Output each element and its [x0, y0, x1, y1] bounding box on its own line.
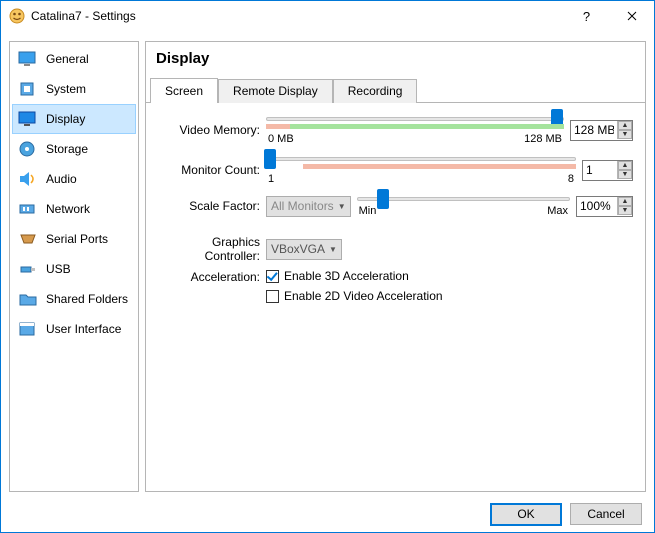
scale-factor-slider[interactable]: Min Max [357, 195, 570, 217]
app-icon [9, 8, 25, 24]
scale-factor-min-label: Min [359, 205, 377, 217]
enable-3d-checkbox[interactable] [266, 270, 279, 283]
sidebar-item-label: User Interface [46, 322, 121, 336]
sidebar-item-shared-folders[interactable]: Shared Folders [12, 284, 136, 314]
sidebar-item-label: Display [46, 112, 85, 126]
enable-3d-label[interactable]: Enable 3D Acceleration [284, 269, 409, 283]
settings-window: Catalina7 - Settings ? General System Di… [0, 0, 655, 533]
disk-icon [18, 140, 38, 158]
graphics-controller-value: VBoxVGA [271, 242, 325, 256]
display-icon [18, 110, 38, 128]
sidebar-item-label: Serial Ports [46, 232, 108, 246]
sidebar-item-label: Audio [46, 172, 77, 186]
chevron-down-icon: ▼ [338, 202, 346, 211]
video-memory-min-label: 0 MB [268, 133, 294, 145]
cancel-button[interactable]: Cancel [570, 503, 642, 525]
graphics-controller-label: Graphics Controller: [156, 235, 266, 263]
spinner-up[interactable]: ▲ [618, 161, 632, 170]
sidebar-item-label: Shared Folders [46, 292, 128, 306]
sidebar-item-label: Storage [46, 142, 88, 156]
monitor-count-slider[interactable]: 1 8 [266, 155, 576, 185]
monitor-count-max-label: 8 [568, 173, 574, 185]
scale-factor-input[interactable] [577, 198, 617, 214]
sidebar-item-general[interactable]: General [12, 44, 136, 74]
spinner-up[interactable]: ▲ [618, 121, 632, 130]
window-title: Catalina7 - Settings [31, 9, 136, 23]
monitor-count-input[interactable] [583, 162, 617, 178]
spinner-up[interactable]: ▲ [618, 197, 632, 206]
ok-button[interactable]: OK [490, 503, 562, 526]
monitor-icon [18, 50, 38, 68]
sidebar: General System Display Storage Audio Net… [9, 41, 139, 492]
scale-factor-spinner[interactable]: ▲▼ [576, 196, 633, 217]
enable-2d-checkbox[interactable] [266, 290, 279, 303]
tab-content-screen: Video Memory: 0 MB [146, 103, 645, 323]
help-button[interactable]: ? [564, 1, 609, 31]
video-memory-input[interactable] [571, 122, 617, 138]
sidebar-item-serial-ports[interactable]: Serial Ports [12, 224, 136, 254]
spinner-down[interactable]: ▼ [618, 170, 632, 179]
sidebar-item-label: System [46, 82, 86, 96]
tab-screen[interactable]: Screen [150, 78, 218, 103]
video-memory-max-label: 128 MB [524, 133, 562, 145]
spinner-down[interactable]: ▼ [618, 206, 632, 215]
chip-icon [18, 80, 38, 98]
monitor-count-min-label: 1 [268, 173, 274, 185]
tab-remote-display[interactable]: Remote Display [218, 79, 333, 103]
dialog-footer: OK Cancel [1, 496, 654, 532]
scale-factor-monitor-value: All Monitors [271, 199, 334, 213]
sidebar-item-audio[interactable]: Audio [12, 164, 136, 194]
titlebar: Catalina7 - Settings ? [1, 1, 654, 31]
sidebar-item-network[interactable]: Network [12, 194, 136, 224]
usb-icon [18, 260, 38, 278]
network-icon [18, 200, 38, 218]
sidebar-item-user-interface[interactable]: User Interface [12, 314, 136, 344]
sidebar-item-display[interactable]: Display [12, 104, 136, 134]
tabs: Screen Remote Display Recording [146, 77, 645, 103]
speaker-icon [18, 170, 38, 188]
folder-icon [18, 290, 38, 308]
scale-factor-monitor-select[interactable]: All Monitors ▼ [266, 196, 351, 217]
scale-factor-label: Scale Factor: [156, 199, 266, 213]
chevron-down-icon: ▼ [329, 245, 337, 254]
page-title: Display [146, 42, 645, 77]
video-memory-slider[interactable]: 0 MB 128 MB [266, 115, 564, 145]
sidebar-item-label: Network [46, 202, 90, 216]
spinner-down[interactable]: ▼ [618, 130, 632, 139]
enable-2d-label[interactable]: Enable 2D Video Acceleration [284, 289, 443, 303]
sidebar-item-system[interactable]: System [12, 74, 136, 104]
scale-factor-max-label: Max [547, 205, 568, 217]
sidebar-item-usb[interactable]: USB [12, 254, 136, 284]
monitor-count-spinner[interactable]: ▲▼ [582, 160, 633, 181]
tab-recording[interactable]: Recording [333, 79, 418, 103]
acceleration-label: Acceleration: [156, 269, 266, 284]
sidebar-item-label: USB [46, 262, 71, 276]
monitor-count-label: Monitor Count: [156, 163, 266, 177]
close-button[interactable] [609, 1, 654, 31]
serial-port-icon [18, 230, 38, 248]
ui-icon [18, 320, 38, 338]
graphics-controller-select[interactable]: VBoxVGA ▼ [266, 239, 342, 260]
sidebar-item-storage[interactable]: Storage [12, 134, 136, 164]
video-memory-spinner[interactable]: ▲▼ [570, 120, 633, 141]
video-memory-label: Video Memory: [156, 123, 266, 137]
main-panel: Display Screen Remote Display Recording … [145, 41, 646, 492]
sidebar-item-label: General [46, 52, 89, 66]
